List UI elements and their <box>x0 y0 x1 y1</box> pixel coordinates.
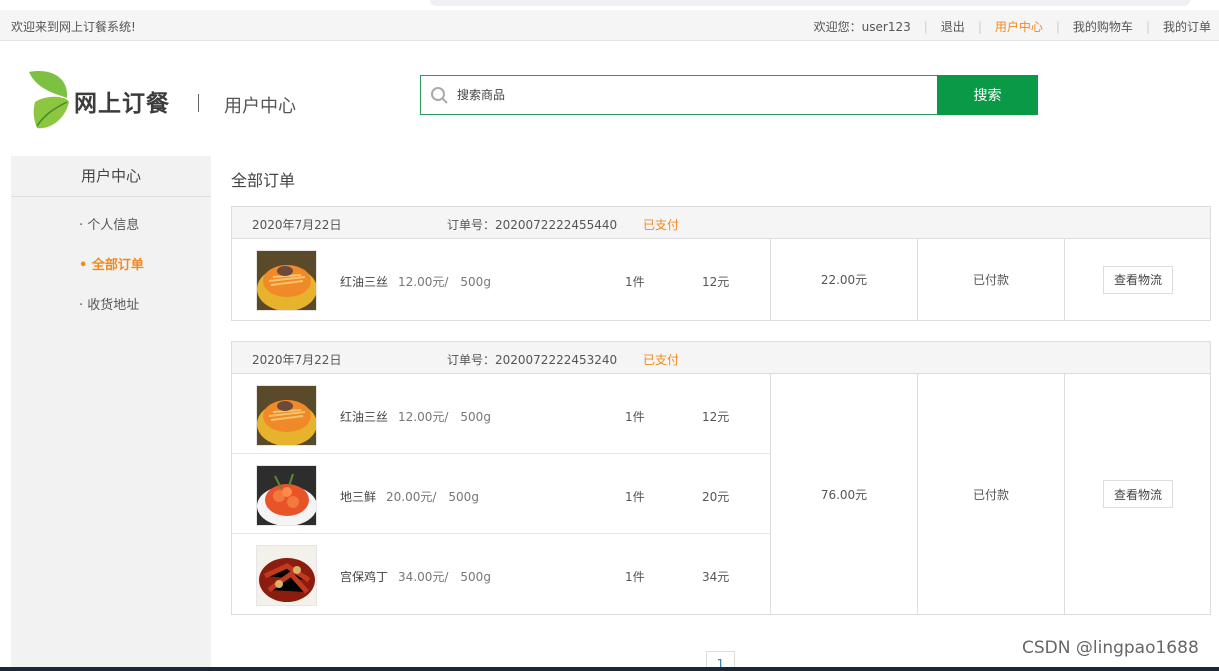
order-item: 地三鲜 20.00元/ 500g 1件 20元 <box>232 454 770 534</box>
logout-link[interactable]: 退出 <box>941 18 965 35</box>
order-item: 红油三丝 12.00元/ 500g 1件 12元 <box>232 239 770 319</box>
browser-chrome-remnant <box>0 0 1219 10</box>
order-card: 2020年7月22日 订单号：2020072222455440 已支付 红油三丝… <box>231 206 1211 321</box>
order-item: 宫保鸡丁 34.00元/ 500g 1件 34元 <box>232 534 770 614</box>
sidebar-item-profile[interactable]: · 个人信息 <box>79 218 144 258</box>
item-quantity: 1件 <box>625 275 645 289</box>
top-bar: 欢迎来到网上订餐系统! 欢迎您：user123 | 退出 | 用户中心 | 我的… <box>0 10 1219 41</box>
order-total: 76.00元 <box>771 374 918 614</box>
page-title: 全部订单 <box>231 171 296 190</box>
order-date: 2020年7月22日 <box>252 218 342 232</box>
order-card: 2020年7月22日 订单号：2020072222453240 已支付 红油三丝… <box>231 341 1211 615</box>
my-orders-link[interactable]: 我的订单 <box>1163 18 1211 35</box>
logo-text[interactable]: 网上订餐 <box>74 84 170 118</box>
item-price: 20.00元/ 500g <box>386 490 479 504</box>
order-body: 红油三丝 12.00元/ 500g 1件 12元 地三鲜 20.00元/ 500g … <box>232 374 1210 614</box>
item-price: 12.00元/ 500g <box>398 275 491 289</box>
sidebar-item-address[interactable]: · 收货地址 <box>79 298 144 338</box>
payment-status: 已付款 <box>918 374 1065 614</box>
search-bar: 搜索 <box>420 75 1038 115</box>
order-number: 订单号：2020072222453240 <box>447 353 618 367</box>
item-name-text: 宫保鸡丁 <box>340 570 389 584</box>
user-center-link[interactable]: 用户中心 <box>995 18 1043 35</box>
sidebar-nav: · 个人信息 • 全部订单 · 收货地址 <box>79 218 144 338</box>
address-bar-remnant <box>430 0 1190 6</box>
order-date: 2020年7月22日 <box>252 353 342 367</box>
order-status: 已支付 <box>643 353 680 367</box>
item-subtotal: 34元 <box>702 570 730 584</box>
item-name-text: 地三鲜 <box>340 490 377 504</box>
item-price: 34.00元/ 500g <box>398 570 491 584</box>
separator: | <box>977 19 982 34</box>
order-status: 已支付 <box>643 218 680 232</box>
view-logistics-button[interactable]: 查看物流 <box>1103 480 1173 508</box>
search-button[interactable]: 搜索 <box>937 75 1038 115</box>
user-greeting: 欢迎您：user123 <box>813 20 911 34</box>
order-header: 2020年7月22日 订单号：2020072222453240 已支付 <box>232 342 1210 374</box>
order-number: 订单号：2020072222455440 <box>447 218 618 232</box>
leaf-logo-icon[interactable] <box>27 68 71 130</box>
item-name-text: 红油三丝 <box>340 410 389 424</box>
item-name-text: 红油三丝 <box>340 275 389 289</box>
order-total: 22.00元 <box>771 239 918 320</box>
item-quantity: 1件 <box>625 490 645 504</box>
cart-link[interactable]: 我的购物车 <box>1073 18 1133 35</box>
item-name: 地三鲜 20.00元/ 500g <box>340 488 479 505</box>
item-quantity: 1件 <box>625 410 645 424</box>
payment-status: 已付款 <box>918 239 1065 320</box>
separator: | <box>1055 19 1060 34</box>
item-name: 宫保鸡丁 34.00元/ 500g <box>340 568 491 585</box>
header-subtitle: 用户中心 <box>224 96 296 117</box>
order-items: 红油三丝 12.00元/ 500g 1件 12元 地三鲜 20.00元/ 500g … <box>232 374 771 614</box>
sidebar-title: 用户中心 <box>11 156 211 197</box>
food-thumbnail[interactable] <box>256 385 317 446</box>
order-item: 红油三丝 12.00元/ 500g 1件 12元 <box>232 374 770 454</box>
order-body: 红油三丝 12.00元/ 500g 1件 12元 22.00元 已付款 查看物流 <box>232 239 1210 320</box>
food-thumbnail[interactable] <box>256 545 317 606</box>
food-thumbnail[interactable] <box>256 465 317 526</box>
separator: | <box>1145 19 1150 34</box>
taskbar-remnant <box>0 667 1219 671</box>
item-name: 红油三丝 12.00元/ 500g <box>340 273 491 290</box>
food-thumbnail[interactable] <box>256 250 317 311</box>
view-logistics-button[interactable]: 查看物流 <box>1103 265 1173 294</box>
item-quantity: 1件 <box>625 570 645 584</box>
item-name: 红油三丝 12.00元/ 500g <box>340 408 491 425</box>
order-items: 红油三丝 12.00元/ 500g 1件 12元 <box>232 239 771 320</box>
order-header: 2020年7月22日 订单号：2020072222455440 已支付 <box>232 207 1210 239</box>
item-price: 12.00元/ 500g <box>398 410 491 424</box>
order-action: 查看物流 <box>1065 239 1211 320</box>
separator: | <box>923 19 928 34</box>
search-icon <box>421 76 457 114</box>
welcome-text: 欢迎来到网上订餐系统! <box>11 20 136 34</box>
search-input[interactable] <box>457 76 937 114</box>
top-links: 欢迎您：user123 | 退出 | 用户中心 | 我的购物车 | 我的订单 <box>814 18 1211 35</box>
order-action: 查看物流 <box>1065 374 1211 614</box>
item-subtotal: 20元 <box>702 490 730 504</box>
sidebar-item-orders[interactable]: • 全部订单 <box>79 258 144 298</box>
sidebar: 用户中心 · 个人信息 • 全部订单 · 收货地址 <box>11 156 211 671</box>
item-subtotal: 12元 <box>702 275 730 289</box>
logo-divider <box>198 94 199 112</box>
item-subtotal: 12元 <box>702 410 730 424</box>
watermark: CSDN @lingpao1688 <box>1022 638 1199 658</box>
